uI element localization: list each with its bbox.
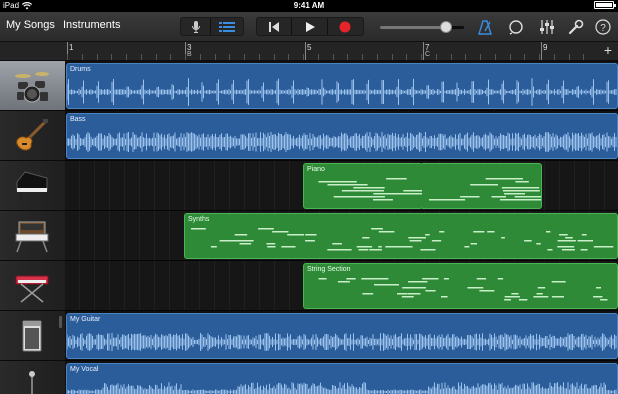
track-lane-drums[interactable]: Drums <box>65 61 618 111</box>
transport-controls <box>256 17 364 36</box>
waveform <box>67 333 617 351</box>
track-lane-my-vocal[interactable]: My Vocal <box>65 361 618 394</box>
track-header-bass[interactable] <box>0 111 65 161</box>
midi-notes <box>318 278 608 301</box>
ruler-corner <box>0 42 65 61</box>
ruler-bar-number: 5 <box>307 43 312 52</box>
header-scroll-handle[interactable] <box>59 316 62 328</box>
synthesizer-icon <box>15 221 49 253</box>
track-header-my-guitar[interactable] <box>0 311 65 361</box>
track-header-drums[interactable] <box>0 61 65 111</box>
ruler-bar-number: 9 <box>543 43 548 52</box>
instruments-button[interactable]: Instruments <box>63 19 120 31</box>
my-songs-button[interactable]: My Songs <box>6 19 55 31</box>
battery-icon <box>594 1 616 9</box>
track-lane-synths[interactable]: Synths <box>65 211 618 261</box>
ruler-section-letter: C <box>425 51 431 58</box>
grand-piano-icon <box>16 171 48 201</box>
region-my-guitar[interactable]: My Guitar <box>66 313 618 359</box>
view-segmented-control <box>180 17 244 36</box>
waveform <box>67 132 617 152</box>
midi-notes <box>429 178 541 201</box>
track-header-synths[interactable] <box>0 211 65 261</box>
waveform <box>67 382 617 394</box>
tracks-area[interactable]: Drums Bass Piano Synths String Section M… <box>65 61 618 394</box>
region-synths[interactable]: Synths <box>184 213 618 259</box>
keyboard-stand-icon <box>15 275 49 303</box>
ruler-section-letter: B <box>187 51 192 58</box>
drum-kit-icon <box>15 72 49 103</box>
track-headers <box>0 61 65 394</box>
bass-guitar-icon <box>16 119 48 151</box>
master-volume-slider[interactable] <box>380 21 466 33</box>
region-string-section[interactable]: String Section <box>303 263 618 309</box>
region-bass[interactable]: Bass <box>66 113 618 159</box>
mixer-icon[interactable] <box>537 17 557 37</box>
track-header-my-vocal[interactable] <box>0 361 65 394</box>
region-piano[interactable]: Piano <box>303 163 423 209</box>
region-label: My Vocal <box>70 366 99 373</box>
loop-browser-icon[interactable] <box>506 17 526 37</box>
microphone-icon <box>29 371 35 394</box>
region-label: Synths <box>188 216 210 223</box>
wrench-icon[interactable] <box>566 17 586 37</box>
track-lane-bass[interactable]: Bass <box>65 111 618 161</box>
region-label: Piano <box>307 166 325 173</box>
region-drums[interactable]: Drums <box>66 63 618 109</box>
go-to-beginning-icon[interactable] <box>257 18 293 35</box>
track-header-piano[interactable] <box>0 161 65 211</box>
region-label: Drums <box>70 66 91 73</box>
record-icon[interactable] <box>328 18 363 35</box>
add-track-icon[interactable]: + <box>604 42 612 58</box>
toolbar: My Songs Instruments ? <box>0 12 618 42</box>
waveform <box>67 78 617 106</box>
region-label: My Guitar <box>70 316 101 323</box>
region-label: String Section <box>307 266 351 273</box>
track-lane-piano[interactable]: Piano <box>65 161 618 211</box>
region-piano-loop[interactable] <box>422 163 542 209</box>
track-lane-string-section[interactable]: String Section <box>65 261 618 311</box>
region-my-vocal[interactable]: My Vocal <box>66 363 618 394</box>
timeline-ruler[interactable]: 1 3 B 5 7 C 9 + <box>65 42 618 61</box>
metronome-icon[interactable] <box>475 17 495 37</box>
midi-notes <box>191 228 614 251</box>
status-bar: iPad 9:41 AM <box>0 0 618 12</box>
region-label: Bass <box>70 116 86 123</box>
track-header-string-section[interactable] <box>0 261 65 311</box>
clock: 9:41 AM <box>293 1 325 10</box>
microphone-icon[interactable] <box>181 18 211 35</box>
track-lane-my-guitar[interactable]: My Guitar <box>65 311 618 361</box>
tracks-view-icon[interactable] <box>211 18 243 35</box>
svg-text:?: ? <box>600 23 606 34</box>
midi-notes <box>318 178 422 201</box>
ruler-bar-number: 1 <box>69 43 74 52</box>
help-icon[interactable]: ? <box>593 17 613 37</box>
play-icon[interactable] <box>292 18 328 35</box>
amplifier-icon <box>22 320 42 352</box>
